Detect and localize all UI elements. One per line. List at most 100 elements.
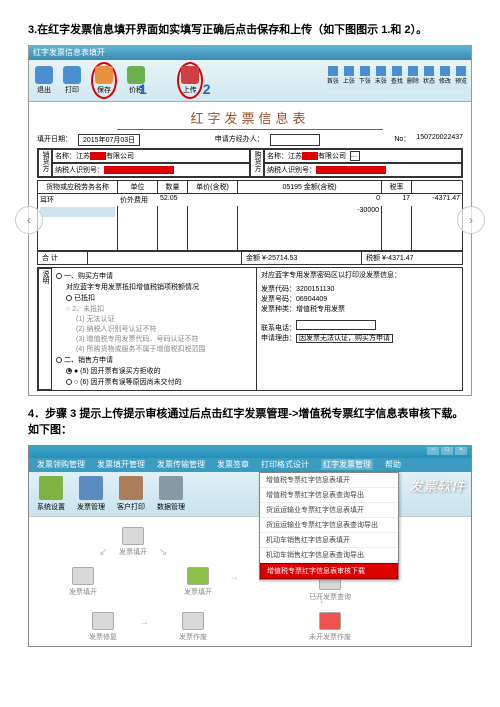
- back-button[interactable]: 退出: [35, 66, 53, 95]
- save-button[interactable]: 保存: [95, 66, 113, 95]
- total-amount: ¥-25714.53: [262, 255, 297, 262]
- back-icon: [35, 66, 53, 84]
- step3-heading: 3.在红字发票信息填开界面如实填写正确后点击保存和上传（如下图图示 1.和 2）…: [28, 22, 472, 39]
- menu-red[interactable]: 红字发票管理: [321, 459, 373, 470]
- wf-fill-3[interactable]: 发票填开: [184, 567, 212, 597]
- item-tax: -4371.47: [412, 194, 462, 206]
- reason-1b: ○ 2、未抵扣: [66, 304, 252, 314]
- menu-print[interactable]: 打印格式设计: [261, 459, 309, 470]
- lookup-button[interactable]: ...: [350, 151, 360, 161]
- dd-item-download[interactable]: 增值税专票红字信息表审核下载: [260, 563, 398, 579]
- nav-del[interactable]: 删除: [407, 66, 419, 85]
- nav-prev[interactable]: 预览: [455, 66, 467, 85]
- nav-prev[interactable]: 上张: [343, 66, 355, 85]
- wf-void[interactable]: 未开发票作废: [309, 612, 351, 642]
- mark-2: 2: [203, 81, 211, 97]
- menu-help[interactable]: 帮助: [385, 459, 401, 470]
- red-invoice-dropdown: 增值税专票红字信息表填开 增值税专票红字信息表查询导出 货运运输业专票红字信息表…: [259, 472, 399, 580]
- dd-item-4[interactable]: 机动车销售红字信息表填开: [260, 533, 398, 548]
- seller-name: 江苏: [76, 151, 90, 161]
- menu-purchase[interactable]: 发票领购管理: [37, 459, 85, 470]
- print-button[interactable]: 打印: [63, 66, 81, 95]
- redacted: [302, 152, 318, 160]
- nav-first[interactable]: 首张: [327, 66, 339, 85]
- invoice-button[interactable]: 发票管理: [77, 476, 105, 512]
- menu-transfer[interactable]: 发票传输管理: [157, 459, 205, 470]
- close-button[interactable]: ×: [455, 447, 467, 455]
- menu-sign[interactable]: 发票签章: [217, 459, 249, 470]
- radio-2a[interactable]: [66, 368, 72, 374]
- step4-heading: 4．步骤 3 提示上传提示审核通过后点击红字发票管理->增值税专票红字信息表审核…: [28, 406, 472, 439]
- nav-right-circle[interactable]: ›: [457, 206, 485, 234]
- stat-icon: [424, 66, 434, 76]
- radio-1a[interactable]: [66, 295, 72, 301]
- contact-input[interactable]: [296, 320, 376, 330]
- invoice-form-window: 红字发票信息表填开 退出 打印 保存 价税 1 上传 2 首张 上张 下张 末张…: [28, 45, 472, 396]
- invoice-type: 增值税专用发票: [296, 306, 345, 313]
- print-icon: [63, 66, 81, 84]
- data-button[interactable]: 数据管理: [157, 476, 185, 512]
- menu-fill[interactable]: 发票填开管理: [97, 459, 145, 470]
- print-button[interactable]: 客户打印: [117, 476, 145, 512]
- sys-button[interactable]: 系统设置: [37, 476, 65, 512]
- r1b4: (4) 所购货物或服务不属于增值税扣税范围: [76, 344, 252, 354]
- dd-item-1[interactable]: 增值税专票红字信息表查询导出: [260, 488, 398, 503]
- prev-icon: [344, 66, 354, 76]
- dd-item-3[interactable]: 货运运输业专票红字信息表查询导出: [260, 518, 398, 533]
- handler-input[interactable]: [270, 134, 320, 146]
- item-unit-price: 52.05: [158, 194, 188, 206]
- blue-invoice-desc: 对应蓝字专用发票密码区以打印没发票信息：: [261, 270, 458, 280]
- next-icon: [360, 66, 370, 76]
- radio-2[interactable]: [56, 357, 62, 363]
- party-info: 销货方 名称：江苏有限公司 纳税人识别号： 购货方 名称：江苏有限公司... 纳…: [37, 148, 463, 178]
- radio-2b[interactable]: [66, 379, 72, 385]
- arrow-icon: ↘: [159, 547, 167, 558]
- arrow-icon: →: [229, 572, 239, 583]
- data-icon: [159, 476, 183, 500]
- reason-input[interactable]: 因发票无法认证，购买方申请: [296, 334, 393, 343]
- buyer-name: 江苏: [288, 151, 302, 161]
- upload-button[interactable]: 上传: [181, 66, 199, 95]
- wf-repair[interactable]: 发票修复: [89, 612, 117, 642]
- del-icon: [408, 66, 418, 76]
- nav-next[interactable]: 下张: [359, 66, 371, 85]
- no-value: 150720022437: [416, 134, 463, 146]
- minimize-button[interactable]: −: [427, 447, 439, 455]
- doc-title: 红字发票信息表: [37, 108, 463, 127]
- toolbar-2: 系统设置 发票管理 客户打印 数据管理: [29, 472, 471, 516]
- upload-icon: [181, 66, 199, 84]
- nav-last[interactable]: 末张: [375, 66, 387, 85]
- find-icon: [392, 66, 402, 76]
- radio-1[interactable]: [56, 273, 62, 279]
- r1b1: (1) 无法认证: [76, 314, 252, 324]
- col-amount: 05195 金额(含税): [238, 181, 382, 193]
- remark-label: 说明: [38, 268, 52, 390]
- first-icon: [328, 66, 338, 76]
- maximize-button[interactable]: □: [441, 447, 453, 455]
- wf-void2[interactable]: 发票作废: [179, 612, 207, 642]
- nav-edit[interactable]: 修改: [439, 66, 451, 85]
- dd-item-2[interactable]: 货运运输业专票红字信息表填开: [260, 503, 398, 518]
- gear-icon: [39, 476, 63, 500]
- redacted: [316, 166, 386, 174]
- wf-fill-2[interactable]: 发票填开: [69, 567, 97, 597]
- dd-item-5[interactable]: 机动车销售红字信息表查询导出: [260, 548, 398, 563]
- nav-left-circle[interactable]: ‹: [15, 206, 43, 234]
- upload-highlight: 上传: [177, 62, 203, 99]
- redacted: [104, 166, 174, 174]
- invoice-code: 3200151130: [296, 286, 334, 293]
- wf-fill-1[interactable]: 发票填开: [119, 527, 147, 557]
- nav-stat[interactable]: 状态: [423, 66, 435, 85]
- item-input[interactable]: [40, 207, 115, 217]
- total-tax: ¥-4371.47: [382, 255, 414, 262]
- col-qty: 数量: [158, 181, 188, 193]
- col-tax: [412, 181, 462, 193]
- dd-item-0[interactable]: 增值税专票红字信息表填开: [260, 473, 398, 488]
- handler-label: 申请方经办人：: [215, 134, 264, 146]
- nav-find[interactable]: 查找: [391, 66, 403, 85]
- arrow-icon: →: [139, 617, 149, 628]
- workflow-diagram: 发票填开 发票填开 发票填开 发票查询 已开发票查询 未开发票作废 发票修复 发…: [29, 516, 471, 646]
- r1b2: (2) 纳税人识别号认证不符: [76, 324, 252, 334]
- r1b3: (3) 增值税专用发票代码、号码认证不符: [76, 334, 252, 344]
- redacted: [90, 152, 106, 160]
